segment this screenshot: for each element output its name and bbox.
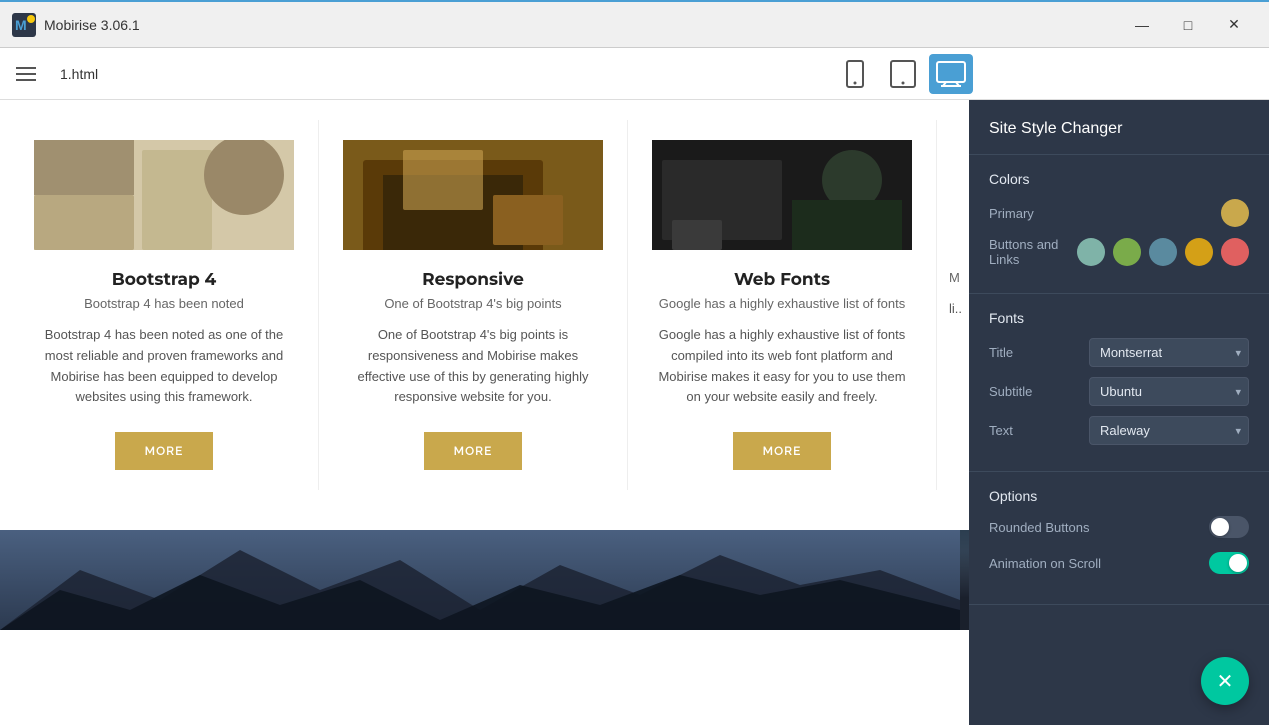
- hamburger-menu[interactable]: [16, 67, 36, 81]
- maximize-button[interactable]: □: [1165, 1, 1211, 49]
- colors-section: Colors Primary Buttons and Links: [969, 155, 1269, 294]
- title-font-row: Title Montserrat Ubuntu Raleway Roboto: [989, 338, 1249, 367]
- animation-scroll-toggle[interactable]: [1209, 552, 1249, 574]
- minimize-button[interactable]: —: [1119, 1, 1165, 49]
- close-button[interactable]: ✕: [1211, 1, 1257, 49]
- card-webfonts-text: Google has a highly exhaustive list of f…: [652, 325, 912, 408]
- text-font-select-wrapper: Raleway Montserrat Ubuntu Roboto: [1089, 416, 1249, 445]
- subtitle-font-select[interactable]: Ubuntu Montserrat Raleway Roboto: [1089, 377, 1249, 406]
- text-font-label: Text: [989, 423, 1049, 438]
- card-bootstrap-image: [34, 140, 294, 250]
- rounded-buttons-thumb: [1211, 518, 1229, 536]
- subtitle-font-label: Subtitle: [989, 384, 1049, 399]
- landscape-section: [0, 530, 969, 630]
- options-section-title: Options: [989, 488, 1249, 504]
- card-webfonts-subtitle: Google has a highly exhaustive list of f…: [652, 296, 912, 311]
- sidebar: Site Style Changer Colors Primary Button…: [969, 100, 1269, 725]
- card-webfonts-title: Web Fonts: [652, 270, 912, 290]
- fab-icon: ✕: [1217, 669, 1234, 694]
- mobile-icon: [845, 60, 865, 88]
- colors-section-title: Colors: [989, 171, 1249, 187]
- title-bar-controls: — □ ✕: [1119, 1, 1257, 49]
- desktop-icon: [936, 61, 966, 87]
- card-responsive: Responsive One of Bootstrap 4's big poin…: [319, 120, 628, 490]
- text-font-row: Text Raleway Montserrat Ubuntu Roboto: [989, 416, 1249, 445]
- sidebar-title: Site Style Changer: [989, 120, 1122, 137]
- title-font-select[interactable]: Montserrat Ubuntu Raleway Roboto: [1089, 338, 1249, 367]
- swatch-1[interactable]: [1113, 238, 1141, 266]
- title-bar-left: M Mobirise 3.06.1: [12, 13, 140, 37]
- sidebar-header: Site Style Changer: [969, 100, 1269, 155]
- options-section: Options Rounded Buttons Animation on Scr…: [969, 472, 1269, 605]
- fab-button[interactable]: ✕: [1201, 657, 1249, 705]
- primary-color-swatch[interactable]: [1221, 199, 1249, 227]
- title-font-select-wrapper: Montserrat Ubuntu Raleway Roboto: [1089, 338, 1249, 367]
- title-bar: M Mobirise 3.06.1 — □ ✕: [0, 0, 1269, 48]
- buttons-links-color-row: Buttons and Links: [989, 237, 1249, 267]
- card-responsive-text: One of Bootstrap 4's big points is respo…: [343, 325, 603, 408]
- rounded-buttons-label: Rounded Buttons: [989, 520, 1089, 535]
- app-logo-icon: M: [12, 13, 36, 37]
- primary-color-row: Primary: [989, 199, 1249, 227]
- swatch-2[interactable]: [1149, 238, 1177, 266]
- swatch-3[interactable]: [1185, 238, 1213, 266]
- fonts-section-title: Fonts: [989, 310, 1249, 326]
- canvas[interactable]: Bootstrap 4 Bootstrap 4 has been noted B…: [0, 100, 969, 725]
- rounded-buttons-row: Rounded Buttons: [989, 516, 1249, 538]
- card-webfonts-image: [652, 140, 912, 250]
- card-bootstrap-text: Bootstrap 4 has been noted as one of the…: [34, 325, 294, 408]
- tablet-view-button[interactable]: [881, 54, 925, 94]
- tablet-icon: [890, 60, 916, 88]
- swatch-4[interactable]: [1221, 238, 1249, 266]
- text-font-select[interactable]: Raleway Montserrat Ubuntu Roboto: [1089, 416, 1249, 445]
- primary-color-label: Primary: [989, 206, 1034, 221]
- cards-section: Bootstrap 4 Bootstrap 4 has been noted B…: [0, 100, 969, 530]
- fonts-section: Fonts Title Montserrat Ubuntu Raleway Ro…: [969, 294, 1269, 472]
- card-responsive-subtitle: One of Bootstrap 4's big points: [343, 296, 603, 311]
- title-font-label: Title: [989, 345, 1049, 360]
- buttons-links-label: Buttons and Links: [989, 237, 1077, 267]
- card-bootstrap-title: Bootstrap 4: [34, 270, 294, 290]
- card-bootstrap: Bootstrap 4 Bootstrap 4 has been noted B…: [10, 120, 319, 490]
- buttons-links-swatches: [1077, 238, 1249, 266]
- subtitle-font-select-wrapper: Ubuntu Montserrat Raleway Roboto: [1089, 377, 1249, 406]
- card-responsive-title: Responsive: [343, 270, 603, 290]
- svg-text:M: M: [15, 17, 27, 33]
- mobile-view-button[interactable]: [833, 54, 877, 94]
- card-webfonts: Web Fonts Google has a highly exhaustive…: [628, 120, 937, 490]
- card-partial: M... li...: [937, 120, 961, 490]
- card-responsive-image: [343, 140, 603, 250]
- swatch-0[interactable]: [1077, 238, 1105, 266]
- card-bootstrap-subtitle: Bootstrap 4 has been noted: [34, 296, 294, 311]
- animation-scroll-label: Animation on Scroll: [989, 556, 1101, 571]
- main-area: Bootstrap 4 Bootstrap 4 has been noted B…: [0, 100, 1269, 725]
- app-title: Mobirise 3.06.1: [44, 17, 140, 33]
- canvas-scroll[interactable]: Bootstrap 4 Bootstrap 4 has been noted B…: [0, 100, 969, 725]
- subtitle-font-row: Subtitle Ubuntu Montserrat Raleway Robot…: [989, 377, 1249, 406]
- desktop-view-button[interactable]: [929, 54, 973, 94]
- animation-scroll-thumb: [1229, 554, 1247, 572]
- device-buttons: [833, 54, 973, 94]
- toolbar: 1.html: [0, 48, 1269, 100]
- rounded-buttons-toggle[interactable]: [1209, 516, 1249, 538]
- file-name: 1.html: [60, 66, 817, 82]
- card-webfonts-more-button[interactable]: MORE: [733, 432, 832, 470]
- card-responsive-more-button[interactable]: MORE: [424, 432, 523, 470]
- card-bootstrap-more-button[interactable]: MORE: [115, 432, 214, 470]
- animation-scroll-row: Animation on Scroll: [989, 552, 1249, 574]
